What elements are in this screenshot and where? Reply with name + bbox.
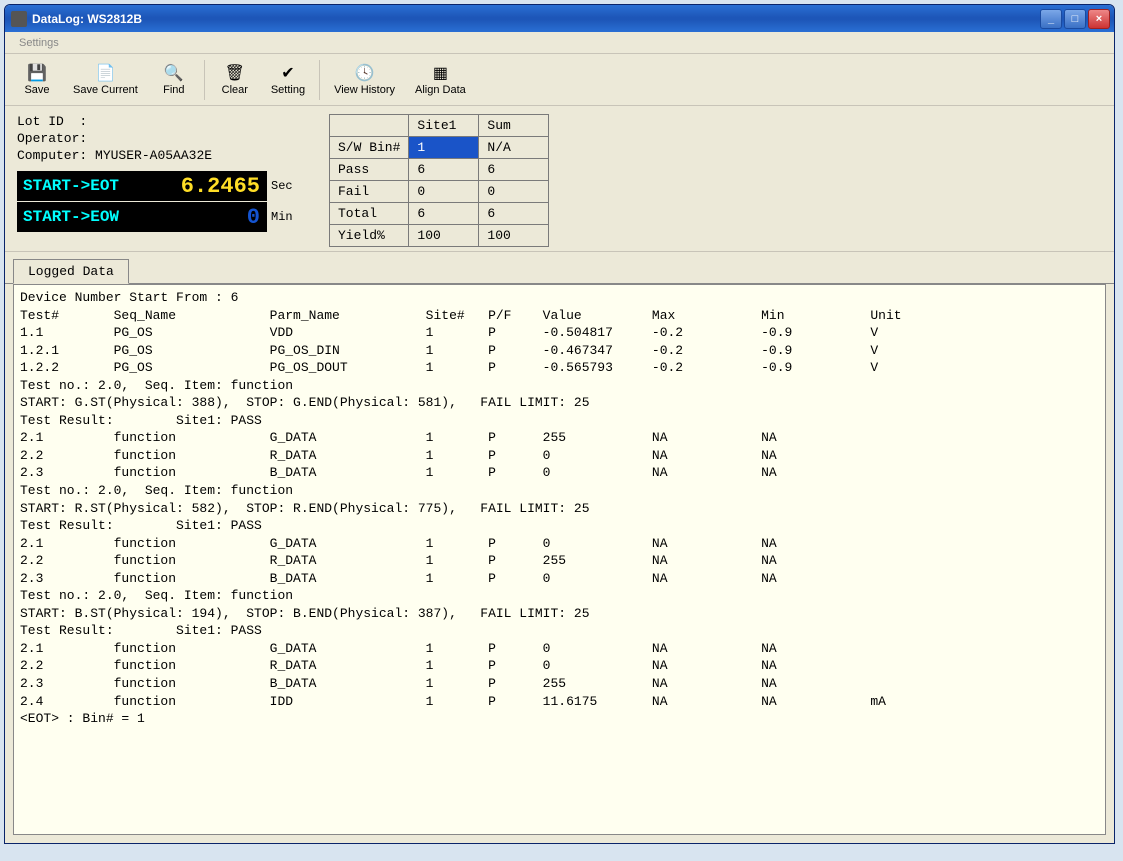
main-window: DataLog: WS2812B _ □ × Settings 💾 Save 📄…	[4, 4, 1115, 844]
eow-value: 0	[147, 202, 267, 232]
tab-logged-data[interactable]: Logged Data	[13, 259, 129, 284]
log-textarea[interactable]: Device Number Start From : 6 Test# Seq_N…	[13, 284, 1106, 835]
save-button[interactable]: 💾 Save	[11, 56, 63, 104]
info-left: Lot ID : Operator: Computer: MYUSER-A05A…	[17, 114, 317, 247]
eow-unit: Min	[267, 202, 297, 232]
stats-site1-header: Site1	[409, 115, 479, 137]
window-title: DataLog: WS2812B	[32, 12, 1040, 26]
align-icon: ▦	[430, 64, 450, 82]
stats-pass-label: Pass	[330, 159, 409, 181]
stats-yield-label: Yield%	[330, 225, 409, 247]
stats-yield-sum: 100	[479, 225, 549, 247]
stats-fail-label: Fail	[330, 181, 409, 203]
save-current-button[interactable]: 📄 Save Current	[63, 56, 148, 104]
align-data-label: Align Data	[415, 84, 466, 96]
toolbar: 💾 Save 📄 Save Current 🔍 Find 🗑 Clear ✔ S…	[5, 54, 1114, 106]
find-button[interactable]: 🔍 Find	[148, 56, 200, 104]
eow-label: START->EOW	[17, 202, 147, 232]
clear-icon: 🗑	[225, 64, 245, 82]
toolbar-separator	[204, 60, 205, 100]
view-history-label: View History	[334, 84, 395, 96]
app-icon	[11, 11, 27, 27]
stats-sum-header: Sum	[479, 115, 549, 137]
stats-total-sum: 6	[479, 203, 549, 225]
stats-blank-header	[330, 115, 409, 137]
find-icon: 🔍	[164, 64, 184, 82]
stats-swbin-site1[interactable]: 1	[409, 137, 479, 159]
eot-label: START->EOT	[17, 171, 147, 201]
computer-row: Computer: MYUSER-A05AA32E	[17, 148, 317, 163]
stats-swbin-label: S/W Bin#	[330, 137, 409, 159]
menu-settings[interactable]: Settings	[11, 35, 67, 51]
eot-unit: Sec	[267, 171, 297, 201]
setting-label: Setting	[271, 84, 305, 96]
history-icon: 🕓	[355, 64, 375, 82]
operator-row: Operator:	[17, 131, 317, 146]
menubar: Settings	[5, 32, 1114, 54]
close-button[interactable]: ×	[1088, 9, 1110, 29]
maximize-button[interactable]: □	[1064, 9, 1086, 29]
tabs: Logged Data	[5, 252, 1114, 284]
minimize-button[interactable]: _	[1040, 9, 1062, 29]
setting-button[interactable]: ✔ Setting	[261, 56, 315, 104]
stats-swbin-sum: N/A	[479, 137, 549, 159]
save-current-icon: 📄	[95, 64, 115, 82]
stats-pass-site1: 6	[409, 159, 479, 181]
titlebar[interactable]: DataLog: WS2812B _ □ ×	[5, 5, 1114, 32]
stats-yield-site1: 100	[409, 225, 479, 247]
stats-total-site1: 6	[409, 203, 479, 225]
stats-fail-site1: 0	[409, 181, 479, 203]
save-current-label: Save Current	[73, 84, 138, 96]
save-icon: 💾	[27, 64, 47, 82]
stats-fail-sum: 0	[479, 181, 549, 203]
stats-total-label: Total	[330, 203, 409, 225]
lot-id-row: Lot ID :	[17, 114, 317, 129]
stats-pass-sum: 6	[479, 159, 549, 181]
timers: START->EOT 6.2465 Sec START->EOW 0 Min	[17, 171, 317, 232]
eot-value: 6.2465	[147, 171, 267, 201]
save-label: Save	[24, 84, 49, 96]
find-label: Find	[163, 84, 184, 96]
align-data-button[interactable]: ▦ Align Data	[405, 56, 476, 104]
view-history-button[interactable]: 🕓 View History	[324, 56, 405, 104]
clear-label: Clear	[222, 84, 248, 96]
clear-button[interactable]: 🗑 Clear	[209, 56, 261, 104]
info-area: Lot ID : Operator: Computer: MYUSER-A05A…	[5, 106, 1114, 252]
toolbar-separator	[319, 60, 320, 100]
setting-icon: ✔	[278, 64, 298, 82]
stats-table: Site1 Sum S/W Bin# 1 N/A Pass 6 6 Fail 0…	[329, 114, 549, 247]
